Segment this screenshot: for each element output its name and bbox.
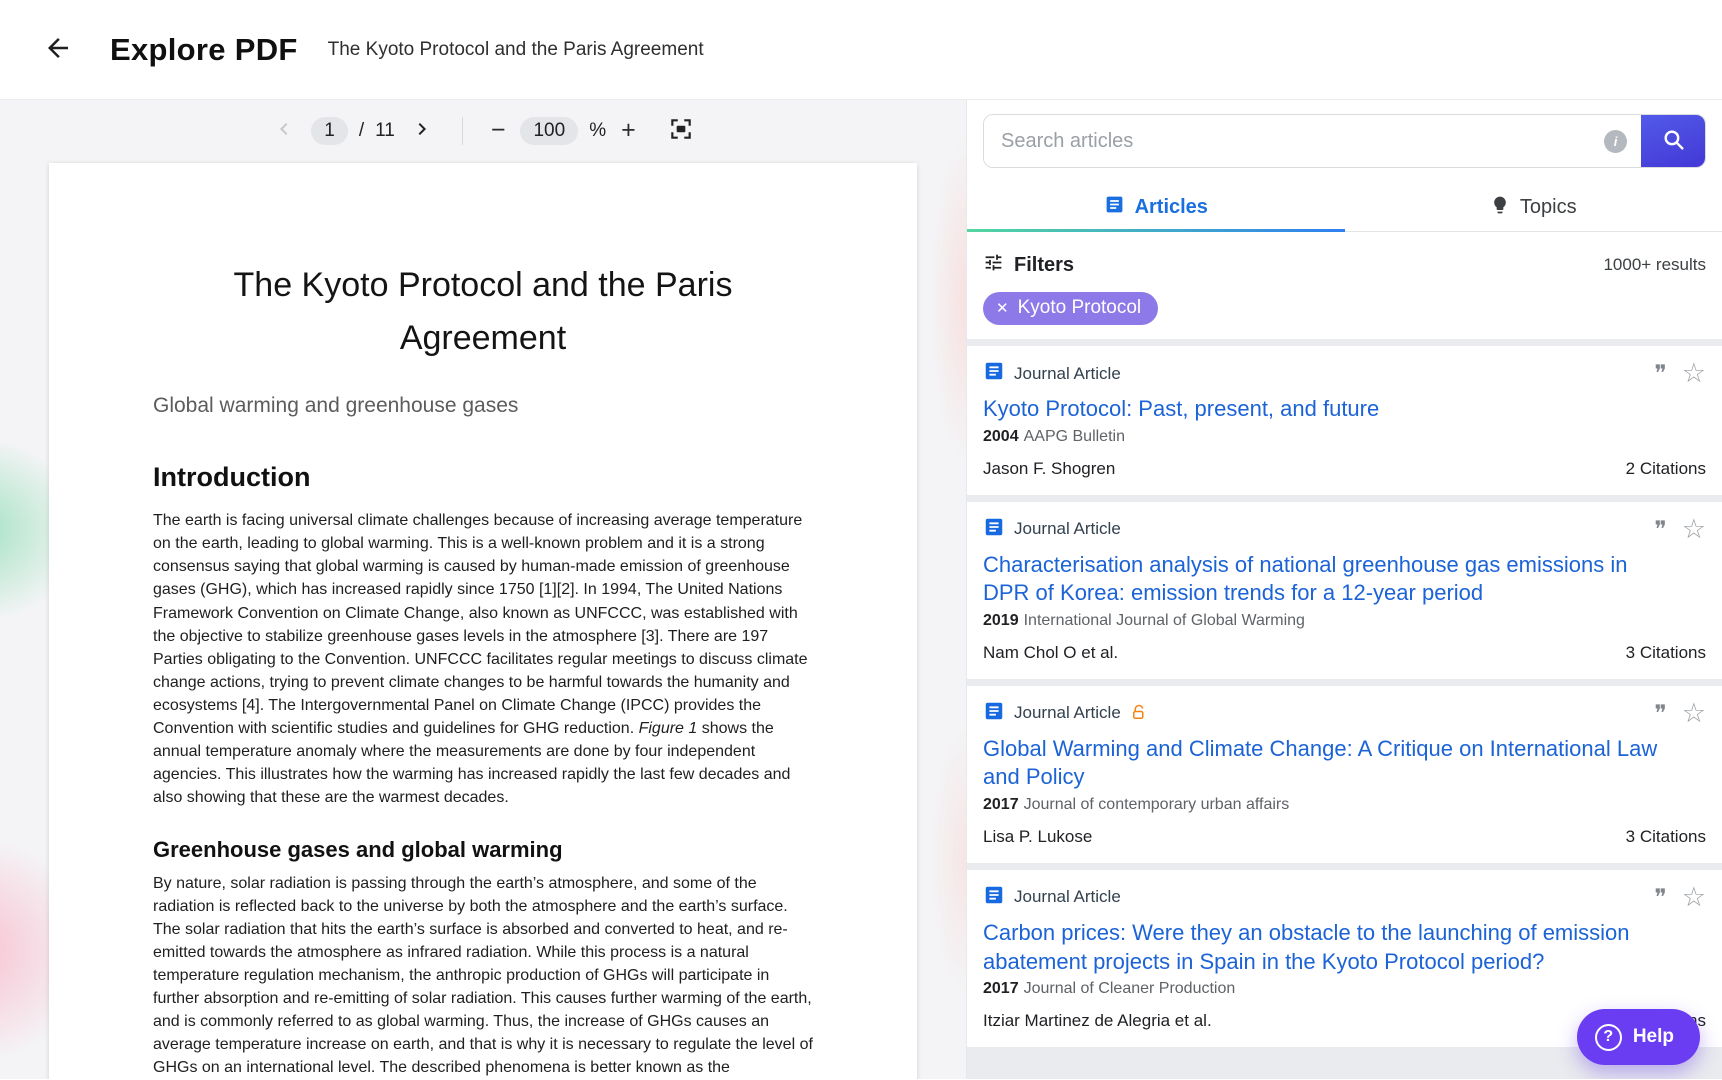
search-button[interactable] — [1641, 115, 1705, 167]
app-header: Explore PDF The Kyoto Protocol and the P… — [0, 0, 1722, 100]
info-icon[interactable]: i — [1604, 130, 1627, 153]
search-input[interactable] — [984, 115, 1604, 167]
cite-quote-icon[interactable]: ❞ — [1654, 362, 1666, 385]
search-results-panel: i Articles Topics — [966, 100, 1722, 1079]
app-title: Explore PDF — [110, 32, 298, 68]
results-tabs: Articles Topics — [967, 184, 1722, 232]
filter-chip-label: Kyoto Protocol — [1018, 297, 1142, 319]
intro-text-1: The earth is facing universal climate ch… — [153, 512, 808, 736]
article-citations[interactable]: 3 Citations — [1626, 643, 1706, 663]
pdf-toolbar: 1 / 11 − 100 % + — [268, 112, 697, 149]
zoom-level-value: 100 — [520, 117, 578, 145]
question-icon: ? — [1595, 1024, 1622, 1051]
main-content: 1 / 11 − 100 % + — [0, 100, 1722, 1079]
cite-quote-icon[interactable]: ❞ — [1654, 702, 1666, 725]
journal-article-icon — [983, 516, 1005, 543]
article-meta: 2019 International Journal of Global Warm… — [983, 612, 1706, 630]
previous-page-button[interactable] — [268, 113, 300, 148]
article-type-label: Journal Article — [1014, 703, 1121, 723]
journal-article-icon — [983, 884, 1005, 911]
document-subtitle: Global warming and greenhouse gases — [153, 394, 813, 418]
article-journal: Journal of Cleaner Production — [1024, 980, 1236, 997]
next-page-button[interactable] — [406, 113, 438, 148]
article-year: 2019 — [983, 612, 1019, 629]
back-button[interactable] — [36, 28, 80, 72]
page-separator: / — [359, 120, 364, 142]
journal-article-icon — [983, 360, 1005, 387]
article-card: Journal Article ❞ ☆ Characterisation ana… — [967, 502, 1722, 679]
chevron-right-icon — [410, 117, 434, 144]
pdf-page: The Kyoto Protocol and the Paris Agreeme… — [49, 163, 917, 1079]
arrow-left-icon — [43, 33, 73, 66]
cite-quote-icon[interactable]: ❞ — [1654, 886, 1666, 909]
results-count: 1000+ results — [1603, 255, 1706, 275]
tab-articles-label: Articles — [1135, 196, 1208, 219]
article-meta: 2017 Journal of contemporary urban affair… — [983, 796, 1706, 814]
header-document-title: The Kyoto Protocol and the Paris Agreeme… — [328, 39, 704, 61]
article-card: Journal Article ❞ ☆ Global Warming and C… — [967, 686, 1722, 863]
pdf-viewer-area: 1 / 11 − 100 % + — [0, 100, 966, 1079]
article-title-link[interactable]: Carbon prices: Were they an obstacle to … — [983, 919, 1673, 976]
article-journal: Journal of contemporary urban affairs — [1024, 796, 1290, 813]
tab-topics[interactable]: Topics — [1345, 184, 1722, 231]
bookmark-star-icon[interactable]: ☆ — [1682, 360, 1706, 387]
filters-button[interactable]: Filters — [1014, 254, 1074, 277]
article-results-list: Journal Article ❞ ☆ Kyoto Protocol: Past… — [967, 339, 1722, 1079]
article-journal: International Journal of Global Warming — [1024, 612, 1305, 629]
article-citations[interactable]: 2 Citations — [1626, 459, 1706, 479]
page-total: 11 — [375, 120, 395, 142]
article-type-label: Journal Article — [1014, 519, 1121, 539]
close-icon[interactable]: ✕ — [996, 301, 1009, 316]
zoom-in-button[interactable]: + — [617, 114, 640, 147]
chevron-left-icon — [272, 117, 296, 144]
article-title-link[interactable]: Kyoto Protocol: Past, present, and futur… — [983, 395, 1673, 424]
article-type-label: Journal Article — [1014, 364, 1121, 384]
page-number-input[interactable]: 1 — [311, 117, 348, 145]
greenhouse-paragraph: By nature, solar radiation is passing th… — [153, 872, 813, 1079]
article-authors: Lisa P. Lukose — [983, 827, 1092, 847]
cite-quote-icon[interactable]: ❞ — [1654, 518, 1666, 541]
bookmark-star-icon[interactable]: ☆ — [1682, 516, 1706, 543]
fit-screen-icon — [668, 116, 694, 145]
article-meta: 2004 AAPG Bulletin — [983, 428, 1706, 446]
tab-topics-label: Topics — [1520, 196, 1577, 219]
zoom-percent-label: % — [589, 120, 606, 142]
filter-chip-kyoto-protocol[interactable]: ✕ Kyoto Protocol — [983, 292, 1158, 325]
document-title: The Kyoto Protocol and the Paris Agreeme… — [153, 259, 813, 364]
article-authors: Itziar Martinez de Alegria et al. — [983, 1011, 1212, 1031]
article-year: 2004 — [983, 428, 1019, 445]
journal-article-icon — [983, 700, 1005, 727]
lightbulb-icon — [1490, 195, 1510, 221]
help-button-label: Help — [1633, 1026, 1674, 1048]
open-access-icon — [1130, 704, 1148, 722]
section-heading-introduction: Introduction — [153, 462, 813, 493]
bookmark-star-icon[interactable]: ☆ — [1682, 884, 1706, 911]
filters-row: Filters 1000+ results — [983, 252, 1706, 278]
article-year: 2017 — [983, 796, 1019, 813]
introduction-paragraph: The earth is facing universal climate ch… — [153, 509, 813, 808]
article-year: 2017 — [983, 980, 1019, 997]
articles-icon — [1104, 194, 1125, 221]
article-authors: Jason F. Shogren — [983, 459, 1115, 479]
article-title-link[interactable]: Global Warming and Climate Change: A Cri… — [983, 735, 1673, 792]
filters-icon — [983, 252, 1004, 278]
help-button[interactable]: ? Help — [1577, 1009, 1700, 1065]
tab-articles[interactable]: Articles — [967, 184, 1345, 231]
bookmark-star-icon[interactable]: ☆ — [1682, 700, 1706, 727]
article-journal: AAPG Bulletin — [1024, 428, 1125, 445]
search-icon — [1661, 127, 1686, 155]
article-authors: Nam Chol O et al. — [983, 643, 1118, 663]
article-citations[interactable]: 3 Citations — [1626, 827, 1706, 847]
article-card: Journal Article ❞ ☆ Kyoto Protocol: Past… — [967, 346, 1722, 495]
toolbar-divider — [462, 117, 463, 145]
zoom-out-button[interactable]: − — [487, 114, 510, 147]
article-title-link[interactable]: Characterisation analysis of national gr… — [983, 551, 1673, 608]
filters-block: Filters 1000+ results ✕ Kyoto Protocol — [967, 232, 1722, 339]
article-type-label: Journal Article — [1014, 887, 1121, 907]
article-meta: 2017 Journal of Cleaner Production — [983, 980, 1706, 998]
section-heading-greenhouse: Greenhouse gases and global warming — [153, 837, 813, 863]
figure-reference: Figure 1 — [639, 720, 698, 737]
search-bar: i — [983, 114, 1706, 168]
fit-to-screen-button[interactable] — [664, 112, 698, 149]
